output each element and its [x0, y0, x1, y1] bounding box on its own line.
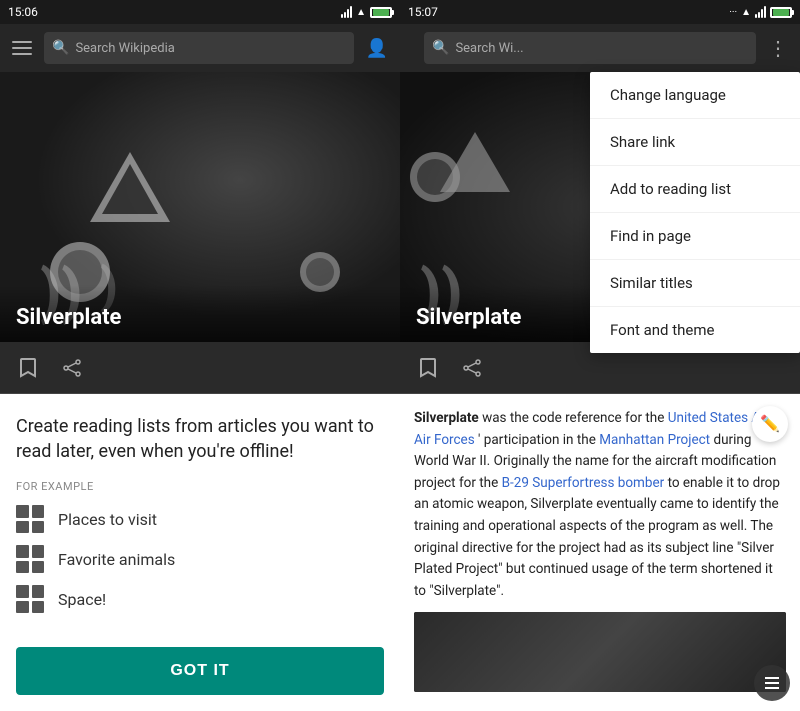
bookmark-action-button[interactable]: [16, 356, 40, 380]
battery-icon: [770, 7, 792, 18]
left-action-bar: [0, 342, 400, 394]
left-time: 15:06: [8, 5, 38, 19]
article-body-2: ' participation in the: [478, 432, 599, 448]
article-bold: Silverplate: [414, 410, 479, 426]
left-panel: 15:06 ▲ 🔍 Search Wikipedia 👤: [0, 0, 400, 711]
list-item: Favorite animals: [16, 545, 384, 573]
right-search-icon: 🔍: [432, 40, 449, 56]
list-item: Space!: [16, 585, 384, 613]
left-status-icons: ▲: [341, 6, 392, 18]
menu-change-language[interactable]: Change language: [590, 72, 800, 119]
promo-title: Create reading lists from articles you w…: [16, 414, 384, 464]
article-body: was the code reference for the: [482, 410, 668, 426]
grid-icon-3: [16, 585, 44, 613]
search-icon: 🔍: [52, 40, 69, 56]
left-search-bar[interactable]: 🔍 Search Wikipedia: [44, 32, 354, 64]
image-placeholder: [414, 612, 786, 692]
right-time: 15:07: [408, 5, 438, 19]
menu-similar-titles[interactable]: Similar titles: [590, 260, 800, 307]
left-toolbar: 🔍 Search Wikipedia 👤: [0, 24, 400, 72]
got-it-button[interactable]: GOT IT: [16, 647, 384, 695]
example-label-1: Places to visit: [58, 510, 157, 529]
battery-icon: [370, 7, 392, 18]
right-search-placeholder: Search Wi...: [455, 41, 523, 56]
search-placeholder: Search Wikipedia: [75, 41, 174, 56]
article-image: [414, 612, 786, 692]
network-icon: ▲: [356, 7, 366, 18]
menu-share-link[interactable]: Share link: [590, 119, 800, 166]
menu-button[interactable]: [12, 41, 32, 55]
grid-icon-1: [16, 505, 44, 533]
reading-list-promo: Create reading lists from articles you w…: [0, 394, 400, 711]
share-action-button[interactable]: [60, 356, 84, 380]
menu-find-in-page[interactable]: Find in page: [590, 213, 800, 260]
example-label-2: Favorite animals: [58, 550, 175, 569]
network-icon: ▲: [741, 7, 751, 18]
right-status-icons: ··· ▲: [729, 6, 792, 18]
link-b29[interactable]: B-29 Superfortress bomber: [502, 475, 665, 491]
dropdown-menu: Change language Share link Add to readin…: [590, 72, 800, 353]
example-list: Places to visit Favorite animals Space!: [16, 505, 384, 631]
article-text: Silverplate was the code reference for t…: [414, 408, 786, 602]
edit-button[interactable]: ✏️: [752, 406, 788, 442]
article-content: Silverplate was the code reference for t…: [400, 394, 800, 711]
article-body-4: to enable it to drop an atomic weapon, S…: [414, 475, 780, 599]
menu-add-reading-list[interactable]: Add to reading list: [590, 166, 800, 213]
right-share-button[interactable]: [460, 356, 484, 380]
for-example-label: FOR EXAMPLE: [16, 480, 384, 493]
list-item: Places to visit: [16, 505, 384, 533]
wifi-icon: ···: [729, 7, 737, 18]
triangle-marking: [80, 142, 180, 242]
left-status-bar: 15:06 ▲: [0, 0, 400, 24]
menu-font-theme[interactable]: Font and theme: [590, 307, 800, 353]
right-bookmark-button[interactable]: [416, 356, 440, 380]
right-toolbar: 🔍 Search Wi... ⋮: [400, 24, 800, 72]
grid-icon-2: [16, 545, 44, 573]
right-panel: 15:07 ··· ▲ 🔍 Search Wi... ⋮ Change l: [400, 0, 800, 711]
link-manhattan[interactable]: Manhattan Project: [599, 432, 710, 448]
user-icon[interactable]: 👤: [366, 38, 388, 59]
left-article-title: Silverplate: [0, 285, 400, 342]
right-search-bar[interactable]: 🔍 Search Wi...: [424, 32, 756, 64]
signal-icon: [341, 6, 352, 18]
right-status-bar: 15:07 ··· ▲: [400, 0, 800, 24]
toc-button[interactable]: [754, 665, 790, 701]
signal-icon: [755, 6, 766, 18]
example-label-3: Space!: [58, 590, 106, 609]
left-hero-image: )) ) Silverplate: [0, 72, 400, 342]
more-options-button[interactable]: ⋮: [768, 36, 788, 60]
